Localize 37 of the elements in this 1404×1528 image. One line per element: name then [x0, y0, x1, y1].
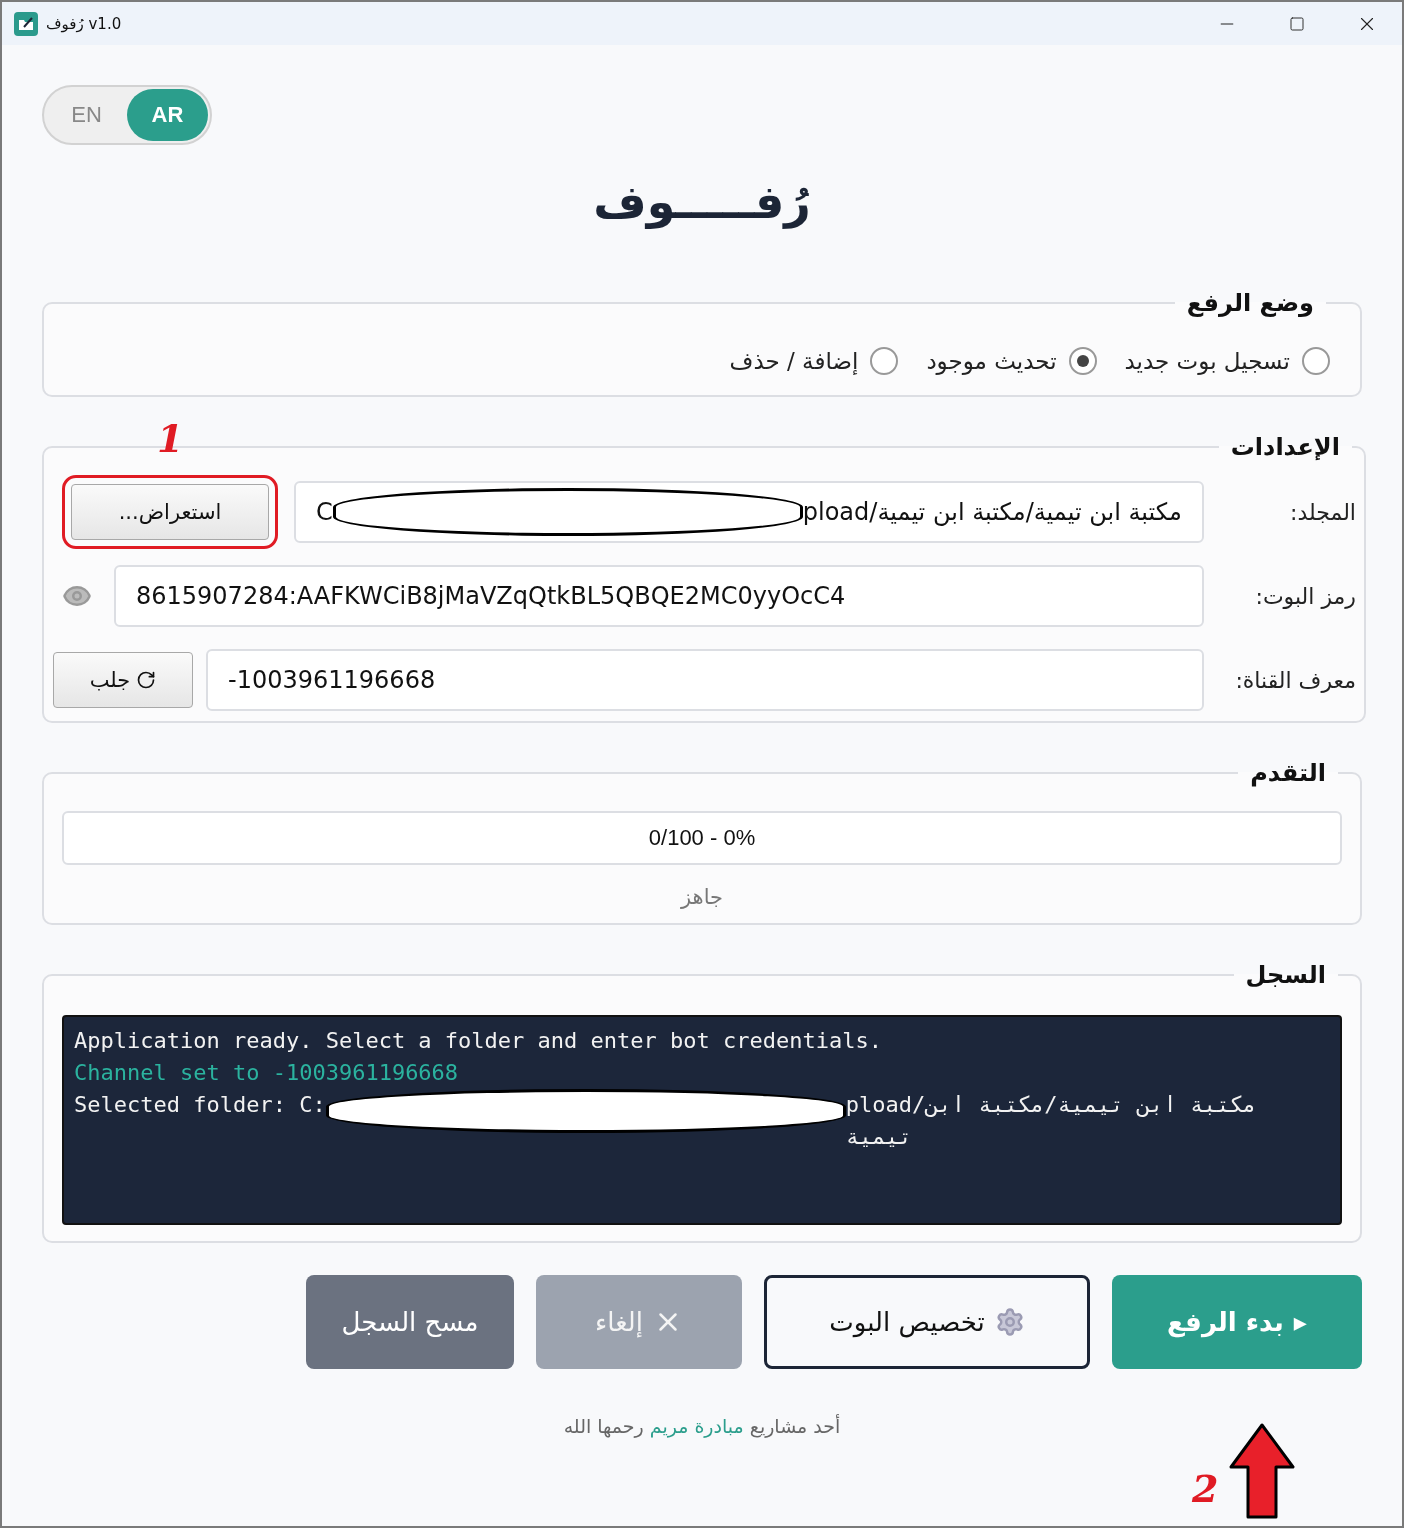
- field-label: المجلد:: [1289, 499, 1356, 525]
- window-title: رُفوف v1.0: [46, 14, 122, 33]
- log-line: Channel set to -1003961196668: [74, 1059, 460, 1087]
- log-line: Application ready. Select a folder and enter bot credentials.: [74, 1027, 883, 1055]
- progress-text: 0/100 - 0%: [648, 825, 756, 851]
- fetch-button[interactable]: جلب: [53, 652, 193, 708]
- radio-button[interactable]: [870, 347, 899, 375]
- radio-label: إضافة / حذف: [729, 348, 859, 374]
- radio-option[interactable]: تحديث موجود: [926, 347, 1097, 375]
- token-field[interactable]: 8615907284:AAFKWCiB8jMaVZqQtkBL5QBQE2MC0yyOcC4: [114, 565, 1204, 627]
- group-title: وضع الرفع: [1185, 289, 1315, 317]
- group-title: السجل: [1244, 961, 1327, 989]
- action-button[interactable]: تخصيص البوت: [764, 1275, 1090, 1369]
- group-title: التقدم: [1249, 759, 1327, 787]
- app-title: رُفـــــوف: [592, 175, 812, 229]
- status-text: جاهز: [679, 885, 724, 909]
- browse-button[interactable]: استعراض...: [71, 484, 269, 540]
- radio-button[interactable]: [1302, 347, 1330, 375]
- radio-label: تسجيل بوت جديد: [1124, 348, 1290, 374]
- annotation-number: 1: [157, 420, 184, 458]
- refresh-icon: [136, 670, 157, 690]
- channel-field[interactable]: -1003961196668: [206, 649, 1204, 711]
- radio-button[interactable]: [1068, 347, 1097, 375]
- log-line: pload/مكتبة ابن تيمية/مكتبة ابن تيمية: [845, 1091, 1258, 1151]
- annotation-number: 2: [1192, 1470, 1219, 1508]
- app-icon: [14, 11, 38, 36]
- field-label: معرف القناة:: [1234, 667, 1356, 693]
- field-label: رمز البوت:: [1254, 583, 1356, 609]
- group-title: الإعدادات: [1229, 433, 1341, 461]
- maximize-icon[interactable]: [1289, 15, 1305, 32]
- action-button[interactable]: مسح السجل: [306, 1275, 514, 1369]
- credit-text: أحد مشاريع مبادرة مريم رحمها الله: [562, 1415, 842, 1437]
- radio-option[interactable]: تسجيل بوت جديد: [1124, 347, 1330, 375]
- gear-icon: [994, 1307, 1025, 1337]
- radio-label: تحديث موجود: [926, 348, 1057, 374]
- log-line: Selected folder: C:: [74, 1091, 326, 1119]
- radio-option[interactable]: إضافة / حذف: [729, 347, 899, 375]
